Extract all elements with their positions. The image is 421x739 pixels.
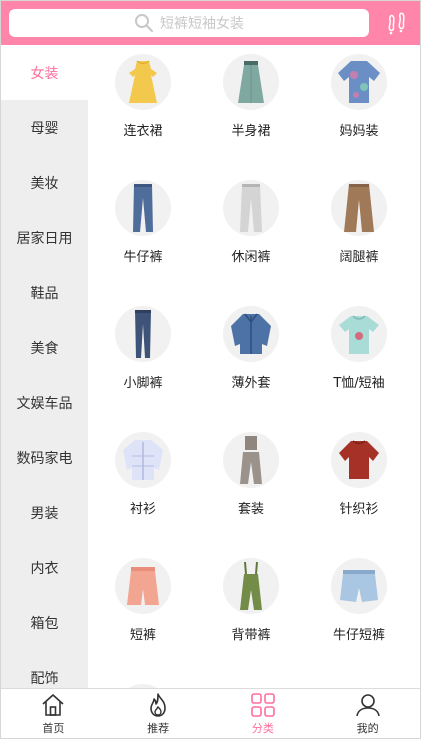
category-label: 短裤 xyxy=(129,628,156,643)
sidebar-item-household[interactable]: 居家日用 xyxy=(1,210,88,265)
category-sidebar: 女装 母婴 美妆 居家日用 鞋品 美食 文娱车品 数码家电 男装 内衣 箱包 配… xyxy=(1,45,88,688)
sidebar-item-electronics[interactable]: 数码家电 xyxy=(1,430,88,485)
category-label: 衬衫 xyxy=(129,502,156,517)
shirt-icon xyxy=(115,432,171,488)
category-grid: 连衣裙 半身裙 妈妈装 牛仔裤 休闲裤 阔腿裤 小脚裤 薄外套 T恤/短袖 衬衫… xyxy=(88,45,420,738)
category-item-jeans[interactable]: 牛仔裤 xyxy=(88,180,198,265)
category-label: 小脚裤 xyxy=(123,376,163,391)
category-label: 背带裤 xyxy=(231,628,271,643)
category-item-skirt[interactable]: 半身裙 xyxy=(196,54,306,139)
footprint-icon xyxy=(388,12,405,35)
sidebar-item-beauty[interactable]: 美妆 xyxy=(1,155,88,210)
tab-recommend-label: 推荐 xyxy=(147,722,170,735)
category-label: 半身裙 xyxy=(231,124,271,139)
tab-category[interactable]: 分类 xyxy=(211,689,316,738)
category-item-suit-set[interactable]: 套装 xyxy=(196,432,306,517)
tab-mine-label: 我的 xyxy=(356,722,379,735)
category-label: 薄外套 xyxy=(231,376,271,391)
tshirt-icon xyxy=(331,306,387,362)
jeans-icon xyxy=(115,180,171,236)
bottom-tab-bar: 首页 推荐 分类 我的 xyxy=(1,688,420,738)
grid-icon xyxy=(251,693,275,717)
category-item-shorts[interactable]: 短裤 xyxy=(88,558,198,643)
denim-shorts-icon xyxy=(331,558,387,614)
skirt-icon xyxy=(223,54,279,110)
category-item-denim-shorts[interactable]: 牛仔短裤 xyxy=(304,558,414,643)
sidebar-item-underwear[interactable]: 内衣 xyxy=(1,540,88,595)
sidebar-item-bags[interactable]: 箱包 xyxy=(1,595,88,650)
sidebar-item-shoes[interactable]: 鞋品 xyxy=(1,265,88,320)
wide-leg-pants-icon xyxy=(331,180,387,236)
category-label: 牛仔短裤 xyxy=(332,628,385,643)
tab-home[interactable]: 首页 xyxy=(1,689,106,738)
flame-icon xyxy=(150,693,166,717)
category-label: 阔腿裤 xyxy=(339,250,379,265)
sidebar-item-maternity[interactable]: 母婴 xyxy=(1,100,88,155)
category-label: 套装 xyxy=(237,502,264,517)
category-label: 针织衫 xyxy=(339,502,379,517)
tab-recommend[interactable]: 推荐 xyxy=(106,689,211,738)
category-item-shirt[interactable]: 衬衫 xyxy=(88,432,198,517)
tab-category-label: 分类 xyxy=(251,722,274,735)
denim-jacket-icon xyxy=(223,306,279,362)
category-label: 妈妈装 xyxy=(339,124,379,139)
knit-sweater-icon xyxy=(331,432,387,488)
suit-set-icon xyxy=(223,432,279,488)
overalls-icon xyxy=(223,558,279,614)
tab-home-label: 首页 xyxy=(42,722,65,735)
sidebar-item-womens[interactable]: 女装 xyxy=(1,45,88,100)
category-label: 连衣裙 xyxy=(123,124,163,139)
category-item-mom-clothes[interactable]: 妈妈装 xyxy=(304,54,414,139)
category-item-casual-pants[interactable]: 休闲裤 xyxy=(196,180,306,265)
category-item-tshirt[interactable]: T恤/短袖 xyxy=(304,306,414,391)
app-frame: 短裤短袖女装 女装 母婴 美妆 居家日用 鞋品 美食 文娱车品 数码家电 男装 … xyxy=(0,0,421,739)
casual-pants-icon xyxy=(223,180,279,236)
search-placeholder: 短裤短袖女装 xyxy=(160,16,244,32)
category-item-wide-leg-pants[interactable]: 阔腿裤 xyxy=(304,180,414,265)
category-item-overalls[interactable]: 背带裤 xyxy=(196,558,306,643)
shorts-icon xyxy=(115,558,171,614)
mom-blouse-icon xyxy=(331,54,387,110)
sidebar-item-entertainment-auto[interactable]: 文娱车品 xyxy=(1,375,88,430)
footprint-button[interactable] xyxy=(384,11,410,37)
sidebar-item-food[interactable]: 美食 xyxy=(1,320,88,375)
search-icon xyxy=(135,14,153,32)
home-icon xyxy=(42,694,64,716)
sidebar-item-mens[interactable]: 男装 xyxy=(1,485,88,540)
user-icon xyxy=(355,694,380,717)
category-label: 牛仔裤 xyxy=(123,250,163,265)
category-item-knitwear[interactable]: 针织衫 xyxy=(304,432,414,517)
category-label: T恤/短袖 xyxy=(333,376,385,391)
tab-mine[interactable]: 我的 xyxy=(315,689,420,738)
category-item-dress[interactable]: 连衣裙 xyxy=(88,54,198,139)
category-label: 休闲裤 xyxy=(231,250,271,265)
top-bar: 短裤短袖女装 xyxy=(1,1,420,45)
category-item-skinny-pants[interactable]: 小脚裤 xyxy=(88,306,198,391)
skinny-pants-icon xyxy=(115,306,171,362)
search-bar[interactable]: 短裤短袖女装 xyxy=(9,9,369,37)
yellow-dress-icon xyxy=(115,54,171,110)
category-item-thin-jacket[interactable]: 薄外套 xyxy=(196,306,306,391)
